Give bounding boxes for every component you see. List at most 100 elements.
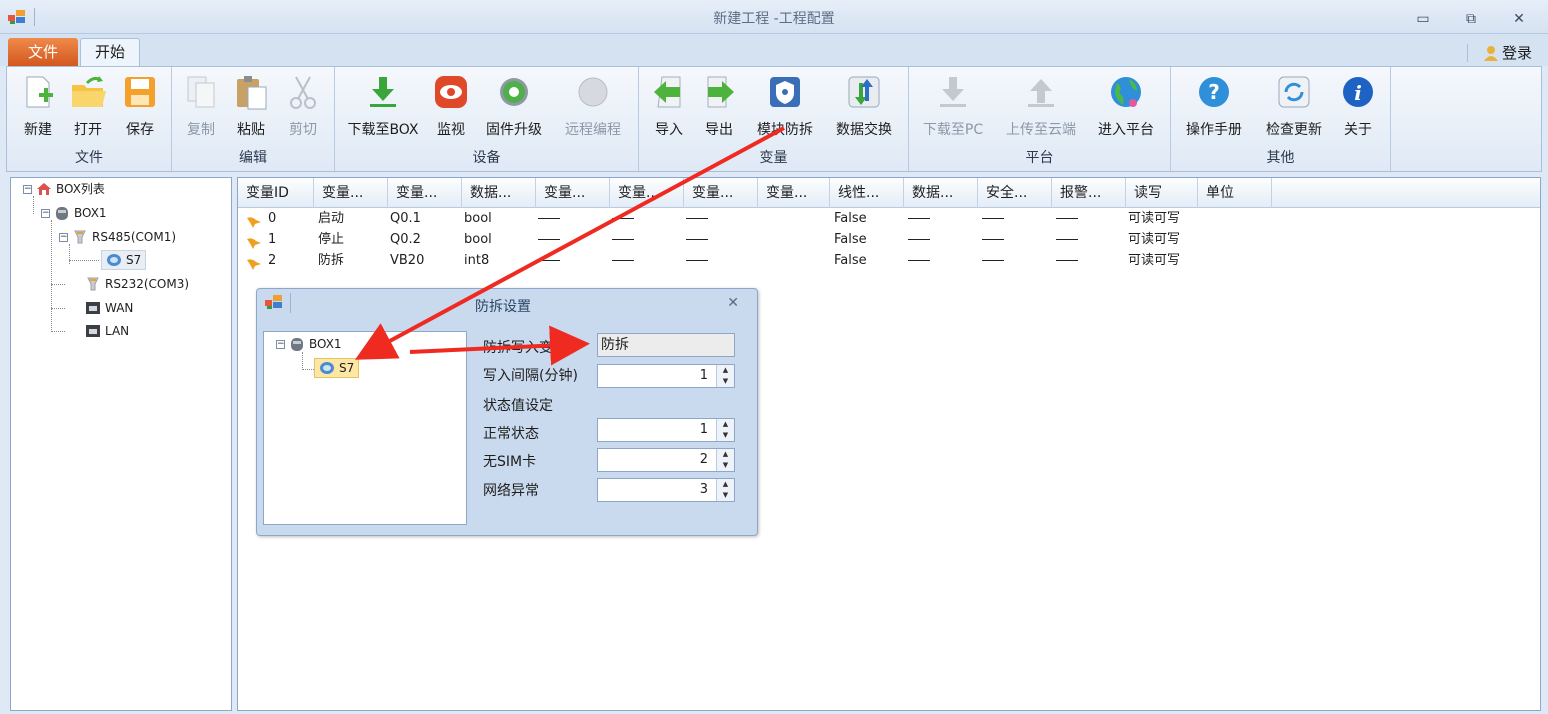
- login-separator: [1466, 43, 1468, 62]
- collapse-icon[interactable]: −: [23, 184, 32, 194]
- column-header[interactable]: 单位: [1198, 178, 1272, 208]
- export-button[interactable]: 导出: [697, 71, 741, 141]
- tree-rs232-label: RS232(COM3): [105, 277, 190, 291]
- tree-node-wan[interactable]: WAN: [85, 298, 133, 318]
- new-button[interactable]: 新建: [15, 71, 61, 141]
- table-row[interactable]: 2 防拆 VB20 int8 False 可读可写: [238, 250, 1540, 271]
- download-box-button[interactable]: 下载至BOX: [341, 71, 425, 141]
- manual-button[interactable]: ? 操作手册: [1179, 71, 1249, 141]
- write-variable-label: 防拆写入变量: [483, 340, 567, 356]
- stepper-down-icon[interactable]: ▼: [717, 430, 734, 441]
- firmware-button[interactable]: 固件升级: [479, 71, 549, 141]
- stepper-arrows[interactable]: ▲ ▼: [716, 365, 734, 387]
- tree-node-rs232[interactable]: RS232(COM3): [85, 274, 189, 294]
- no-sim-stepper[interactable]: 2 ▲ ▼: [597, 448, 735, 472]
- column-header[interactable]: 安全...: [978, 178, 1052, 208]
- login-button[interactable]: 登录: [1466, 42, 1532, 63]
- minimize-button[interactable]: ▭: [1412, 10, 1434, 28]
- module-tamper-button[interactable]: 模块防拆: [749, 71, 821, 141]
- cell-name: 防拆: [318, 253, 345, 268]
- write-variable-field[interactable]: 防拆: [597, 333, 735, 357]
- normal-state-stepper[interactable]: 1 ▲ ▼: [597, 418, 735, 442]
- network-error-stepper[interactable]: 3 ▲ ▼: [597, 478, 735, 502]
- upload-cloud-button[interactable]: 上传至云端: [999, 71, 1083, 141]
- tree-node-box-list[interactable]: − BOX列表: [23, 179, 105, 199]
- group-other-label: 其他: [1266, 150, 1295, 166]
- save-button[interactable]: 保存: [117, 71, 163, 141]
- stepper-up-icon[interactable]: ▲: [717, 419, 734, 430]
- stepper-down-icon[interactable]: ▼: [717, 460, 734, 471]
- dialog-tree-node-s7[interactable]: S7: [314, 358, 360, 378]
- tree-wan-label: WAN: [105, 301, 134, 315]
- cell-empty-dash: [982, 229, 1004, 250]
- download-pc-button[interactable]: 下载至PC: [917, 71, 989, 141]
- dialog-title-separator: [290, 293, 291, 313]
- dialog-tree-node-box1[interactable]: − BOX1: [276, 334, 342, 354]
- table-row[interactable]: 0 启动 Q0.1 bool False 可读可写: [238, 208, 1540, 229]
- write-interval-stepper[interactable]: 1 ▲ ▼: [597, 364, 735, 388]
- tree-lan-label: LAN: [105, 324, 130, 338]
- stepper-down-icon[interactable]: ▼: [717, 490, 734, 501]
- monitor-button[interactable]: 监视: [429, 71, 473, 141]
- tree-node-s7[interactable]: S7: [101, 250, 147, 270]
- scissors-icon: [290, 76, 316, 109]
- collapse-icon[interactable]: −: [41, 208, 50, 218]
- stepper-up-icon[interactable]: ▲: [717, 479, 734, 490]
- stepper-up-icon[interactable]: ▲: [717, 365, 734, 376]
- column-header[interactable]: 变量...: [758, 178, 830, 208]
- import-button[interactable]: 导入: [647, 71, 691, 141]
- close-button[interactable]: ✕: [1508, 10, 1530, 28]
- collapse-icon[interactable]: −: [59, 232, 68, 242]
- dialog-tree-box1-label: BOX1: [309, 337, 342, 351]
- enter-platform-button[interactable]: 进入平台: [1091, 71, 1161, 141]
- tree-line: [51, 308, 65, 309]
- tree-node-rs485[interactable]: − RS485(COM1): [59, 227, 176, 247]
- svg-text:i: i: [1354, 81, 1362, 105]
- paste-icon: [237, 76, 267, 110]
- data-exchange-button[interactable]: 数据交换: [829, 71, 899, 141]
- column-header[interactable]: 数据...: [904, 178, 978, 208]
- remote-programming-button[interactable]: 远程编程: [557, 71, 629, 141]
- copy-button[interactable]: 复制: [180, 71, 222, 141]
- cell-empty-dash: [1056, 208, 1078, 229]
- title-bar: 新建工程 -工程配置 ▭ ⧉ ✕: [0, 0, 1548, 34]
- column-header[interactable]: 变量...: [536, 178, 610, 208]
- stepper-arrows[interactable]: ▲ ▼: [716, 479, 734, 501]
- column-header[interactable]: 读写: [1126, 178, 1198, 208]
- download-disabled-icon: [940, 77, 966, 107]
- tab-file[interactable]: 文件: [8, 38, 78, 66]
- dialog-device-tree[interactable]: − BOX1 S7: [263, 331, 467, 525]
- column-header[interactable]: 报警...: [1052, 178, 1126, 208]
- cut-button[interactable]: 剪切: [282, 71, 324, 141]
- upload-cloud-label: 上传至云端: [1006, 122, 1076, 138]
- cell-empty-dash: [686, 229, 708, 250]
- column-header[interactable]: 变量...: [314, 178, 388, 208]
- stepper-down-icon[interactable]: ▼: [717, 376, 734, 387]
- tamper-settings-dialog[interactable]: 防拆设置 ✕ − BOX1 S7 防拆写入变量 防拆 写入间隔(分钟) 1 ▲ ▼…: [256, 288, 758, 536]
- tab-home[interactable]: 开始: [80, 38, 140, 67]
- table-row[interactable]: 1 停止 Q0.2 bool False 可读可写: [238, 229, 1540, 250]
- restore-button[interactable]: ⧉: [1460, 10, 1482, 28]
- normal-state-value: 1: [699, 422, 708, 437]
- column-header[interactable]: 变量ID: [238, 178, 314, 208]
- tree-node-lan[interactable]: LAN: [85, 321, 129, 341]
- column-header[interactable]: 数据...: [462, 178, 536, 208]
- collapse-icon[interactable]: −: [276, 339, 285, 349]
- stepper-up-icon[interactable]: ▲: [717, 449, 734, 460]
- paste-button[interactable]: 粘贴: [230, 71, 272, 141]
- column-header[interactable]: 变量...: [610, 178, 684, 208]
- stepper-arrows[interactable]: ▲ ▼: [716, 419, 734, 441]
- cell-address: Q0.2: [390, 232, 421, 247]
- write-interval-value: 1: [699, 368, 708, 383]
- column-header[interactable]: 线性...: [830, 178, 904, 208]
- column-header[interactable]: 变量...: [388, 178, 462, 208]
- tree-node-box1[interactable]: − BOX1: [41, 203, 107, 223]
- about-button[interactable]: i 关于: [1335, 71, 1381, 141]
- stepper-arrows[interactable]: ▲ ▼: [716, 449, 734, 471]
- open-button[interactable]: 打开: [65, 71, 111, 141]
- box-tree-panel[interactable]: − BOX列表 − BOX1 − RS485(COM1) S7 RS232(CO…: [10, 177, 232, 711]
- column-header[interactable]: 变量...: [684, 178, 758, 208]
- plc-icon: [107, 254, 121, 266]
- check-update-button[interactable]: 检查更新: [1259, 71, 1329, 141]
- dialog-close-button[interactable]: ✕: [727, 295, 739, 311]
